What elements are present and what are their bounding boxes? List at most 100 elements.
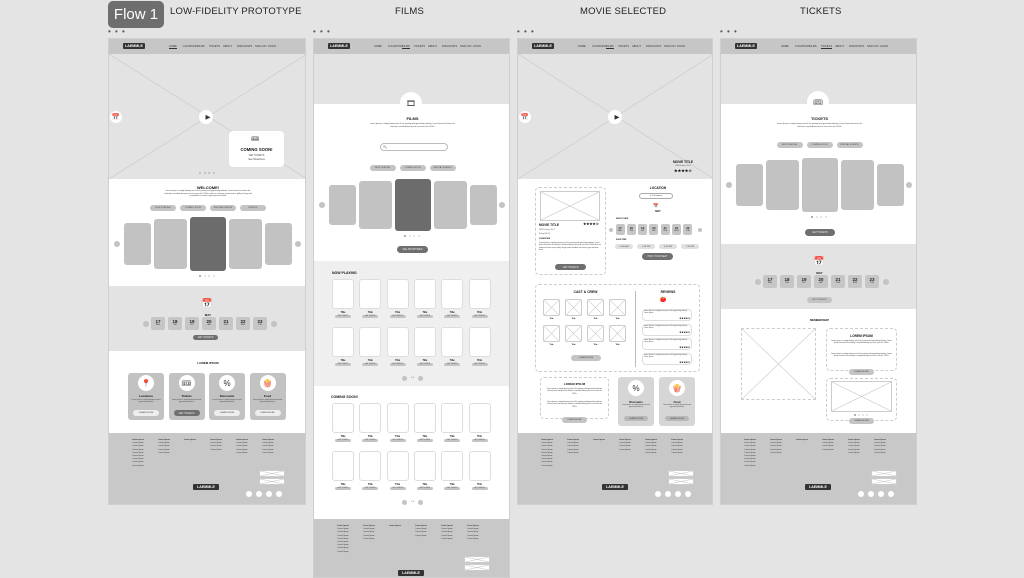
poster-button[interactable]: GET TICKETS: [416, 487, 433, 490]
nav-item-films[interactable]: FILMS: [402, 45, 410, 49]
poster-button[interactable]: GET TICKETS: [389, 439, 406, 442]
poster-button[interactable]: GET TICKETS: [335, 439, 351, 442]
learn-more-button[interactable]: LEARN MORE: [571, 355, 601, 361]
frame-menu-dots[interactable]: • • •: [517, 27, 535, 36]
footer-link[interactable]: Lorem Ipsum: [382, 525, 408, 528]
poster-button[interactable]: GET TICKETS: [471, 487, 488, 490]
movie-poster[interactable]: [386, 451, 409, 481]
date-button[interactable]: 21 SUN: [660, 224, 670, 235]
movie-poster[interactable]: [468, 403, 491, 433]
poster-button[interactable]: GET TICKETS: [389, 487, 406, 490]
date-button[interactable]: 22 MON: [236, 317, 250, 330]
footer-link[interactable]: Lorem Ipsum: [763, 452, 789, 455]
nav-item-about[interactable]: ABOUT: [428, 45, 437, 48]
cast-photo[interactable]: [565, 325, 582, 342]
footer-logo[interactable]: LAEMMLE: [193, 484, 219, 490]
movie-poster[interactable]: [441, 279, 464, 309]
carousel-prev-button[interactable]: [726, 182, 732, 188]
nav-item-about[interactable]: ABOUT: [223, 45, 232, 48]
movie-poster[interactable]: [332, 451, 354, 481]
nav-item-films[interactable]: FILMS: [606, 45, 614, 49]
movie-poster[interactable]: [441, 451, 464, 481]
date-button[interactable]: 18 THU: [780, 275, 794, 288]
location-dropdown[interactable]: ▼ Pasadena: [639, 193, 673, 199]
poster-button[interactable]: GET TICKETS: [444, 487, 461, 490]
footer-link[interactable]: Lorem Ipsum: [460, 538, 486, 541]
poster-button[interactable]: GET TICKETS: [416, 439, 433, 442]
date-prev-button[interactable]: [609, 228, 613, 232]
social-icon[interactable]: [655, 491, 661, 497]
footer-link[interactable]: Lorem Ipsum: [612, 449, 638, 452]
poster-button[interactable]: GET TICKETS: [389, 363, 406, 366]
search-input[interactable]: [380, 143, 448, 151]
nav-item-discounts[interactable]: DISCOUNTS: [646, 45, 661, 48]
date-button[interactable]: 17 WED: [763, 275, 777, 288]
footer-link[interactable]: Lorem Ipsum: [125, 465, 151, 468]
filter-pill[interactable]: COMING SOON: [399, 165, 426, 171]
nav-item-locations[interactable]: LOCATIONS: [795, 45, 810, 48]
social-icon[interactable]: [868, 491, 874, 497]
footer-link[interactable]: Lorem Ipsum: [638, 452, 664, 455]
carousel-dot[interactable]: [815, 216, 818, 218]
footer-link[interactable]: Lorem Ipsum: [330, 551, 356, 554]
social-icon[interactable]: [266, 491, 272, 497]
movie-poster[interactable]: [441, 327, 464, 357]
poster-button[interactable]: GET TICKETS: [335, 487, 351, 490]
movie-poster[interactable]: [413, 327, 436, 357]
hero-dot[interactable]: [212, 172, 215, 174]
nav-item-discounts[interactable]: DISCOUNTS: [237, 45, 252, 48]
cast-photo[interactable]: [543, 325, 560, 342]
social-icon[interactable]: [256, 491, 262, 497]
footer-logo[interactable]: LAEMMLE: [602, 484, 628, 490]
carousel-dot[interactable]: [417, 235, 420, 237]
date-button[interactable]: 23 TUE: [253, 317, 267, 330]
poster-button[interactable]: GET TICKETS: [471, 439, 488, 442]
nav-item-tickets[interactable]: TICKETS: [618, 45, 629, 48]
cast-photo[interactable]: [609, 325, 626, 342]
hero-dot[interactable]: [199, 172, 201, 174]
carousel-dot[interactable]: [208, 275, 210, 277]
carousel-dot[interactable]: [212, 275, 215, 277]
cast-photo[interactable]: [587, 325, 604, 342]
poster-button[interactable]: GET TICKETS: [335, 315, 351, 318]
date-button[interactable]: 20 SAT: [649, 224, 659, 235]
nav-item-sign-up-login[interactable]: SIGN UP / LOGIN: [255, 45, 276, 48]
feature-button[interactable]: GET TICKETS: [173, 410, 200, 416]
social-icon[interactable]: [858, 491, 864, 497]
nav-item-sign-up-login[interactable]: SIGN UP / LOGIN: [664, 45, 685, 48]
carousel-card[interactable]: [470, 185, 497, 225]
footer-link[interactable]: Lorem Ipsum: [229, 452, 255, 455]
footer-link[interactable]: Lorem Ipsum: [408, 535, 434, 538]
carousel-card[interactable]: [329, 185, 356, 225]
frame-menu-dots[interactable]: • • •: [313, 27, 331, 36]
carousel-card[interactable]: [229, 219, 262, 269]
logo[interactable]: LAEMMLE: [532, 43, 554, 49]
carousel-card[interactable]: [265, 223, 292, 265]
footer-link[interactable]: Lorem Ipsum: [664, 452, 690, 455]
nav-item-locations[interactable]: LOCATIONS: [592, 45, 607, 48]
carousel-card[interactable]: [190, 217, 226, 271]
date-button[interactable]: 17 WED: [151, 317, 165, 330]
poster-button[interactable]: GET TICKETS: [335, 363, 351, 366]
carousel-dot[interactable]: [404, 235, 406, 237]
poster-button[interactable]: GET TICKETS: [416, 315, 433, 318]
poster-button[interactable]: GET TICKETS: [362, 363, 379, 366]
footer-logo[interactable]: LAEMMLE: [805, 484, 831, 490]
carousel-dot[interactable]: [408, 235, 411, 237]
filter-pill[interactable]: NOW PLAYING: [369, 165, 396, 171]
movie-poster[interactable]: [332, 403, 354, 433]
learn-more-button[interactable]: LEARN MORE: [562, 417, 587, 423]
slide-dot[interactable]: [862, 414, 864, 416]
see-showtimes-link[interactable]: See Showtimes: [229, 158, 284, 161]
movie-poster[interactable]: [386, 279, 409, 309]
footer-link[interactable]: Lorem Ipsum: [789, 439, 815, 442]
showtime-button[interactable]: 7:30 PM: [681, 244, 699, 249]
nav-item-locations[interactable]: LOCATIONS: [183, 45, 198, 48]
pager-prev-button[interactable]: [402, 500, 407, 505]
date-prev-button[interactable]: [143, 321, 149, 327]
footer-link[interactable]: Lorem Ipsum: [560, 452, 586, 455]
poster-button[interactable]: GET TICKETS: [444, 315, 461, 318]
footer-link[interactable]: Lorem Ipsum: [534, 465, 560, 468]
carousel-card[interactable]: [124, 223, 151, 265]
nav-item-discounts[interactable]: DISCOUNTS: [442, 45, 457, 48]
